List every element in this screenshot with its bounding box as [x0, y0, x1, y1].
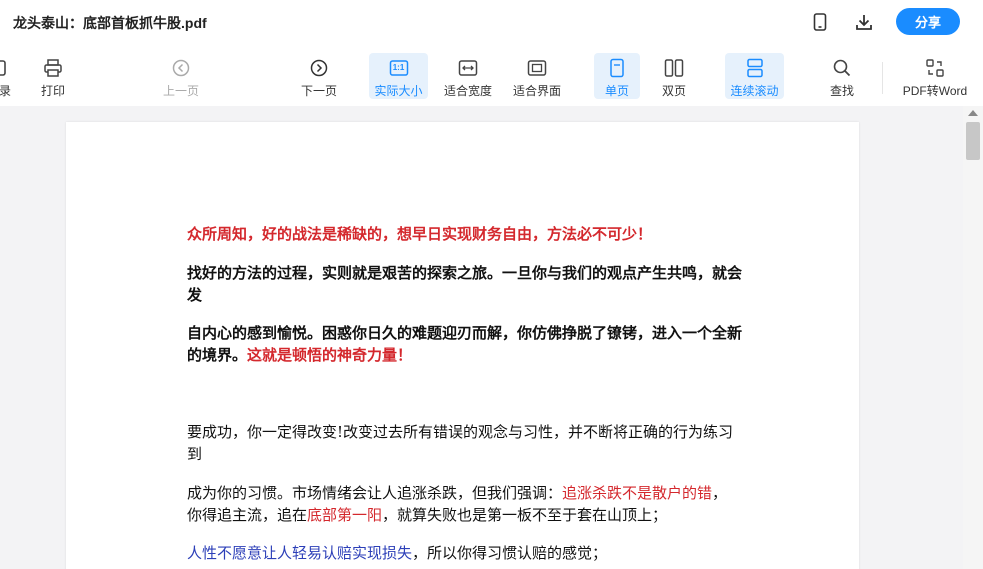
continuous-scroll-button[interactable]: 连续滚动: [725, 53, 784, 99]
find-label: 查找: [829, 84, 854, 98]
prev-arrow-icon: [171, 57, 191, 78]
paragraph-3: 自内心的感到愉悦。困惑你日久的难题迎刃而解，你仿佛挣脱了镣铐，进入一个全新的境界…: [187, 322, 742, 366]
print-button[interactable]: 打印: [36, 53, 70, 99]
fit-page-button[interactable]: 适合界面: [512, 53, 562, 99]
paragraph-1: 众所周知，好的战法是稀缺的，想早日实现财务自由，方法必不可少！: [187, 225, 653, 243]
search-icon: [832, 57, 852, 78]
continuous-scroll-label: 连续滚动: [730, 84, 779, 98]
download-icon[interactable]: [854, 12, 874, 32]
paragraph-6-highlight: 人性不愿意让人轻易认赔实现损失: [187, 544, 413, 562]
find-button[interactable]: 查找: [824, 53, 860, 99]
paragraph-2: 找好的方法的过程，实则就是艰苦的探索之旅。一旦你与我们的观点产生共鸣，就会发: [187, 264, 743, 304]
mobile-view-icon[interactable]: [810, 12, 830, 32]
fit-width-icon: [458, 57, 478, 78]
scroll-up-arrow-icon[interactable]: [968, 110, 978, 116]
prev-page-label: 上一页: [162, 84, 199, 98]
prev-page-button[interactable]: 上一页: [161, 53, 201, 99]
title-bar: 龙头泰山：底部首板抓牛股.pdf 分享: [0, 0, 983, 44]
document-viewer[interactable]: 众所周知，好的战法是稀缺的，想早日实现财务自由，方法必不可少！ 找好的方法的过程…: [0, 106, 963, 569]
catalog-button[interactable]: 录: [0, 53, 14, 99]
single-page-button[interactable]: 单页: [594, 53, 640, 99]
catalog-label: 录: [0, 84, 11, 98]
next-arrow-icon: [309, 57, 329, 78]
paragraph-6-text: ，所以你得习惯认赔的感觉；: [412, 544, 608, 562]
fit-page-label: 适合界面: [512, 84, 561, 98]
double-page-label: 双页: [661, 84, 686, 98]
catalog-icon: [0, 57, 9, 78]
paragraph-5-text-a: 成为你的习惯。市场情绪会让人追涨杀跌，但我们强调：: [187, 484, 563, 502]
single-page-icon: [609, 57, 625, 78]
actual-size-button[interactable]: 1:1 实际大小: [369, 53, 428, 99]
paragraph-5-highlight-b: 底部第一阳: [307, 506, 383, 524]
continuous-scroll-icon: [746, 57, 764, 78]
paragraph-5-text-c: ，就算失败也是第一板不至于套在山顶上；: [382, 506, 668, 524]
single-page-label: 单页: [604, 84, 629, 98]
share-button[interactable]: 分享: [896, 8, 960, 35]
double-page-icon: [664, 57, 684, 78]
toolbar: 录 打印 上一页 1 / 5 下一页 1:1 实际大小 适合宽度: [0, 44, 983, 134]
pdf-page: 众所周知，好的战法是稀缺的，想早日实现财务自由，方法必不可少！ 找好的方法的过程…: [66, 122, 859, 569]
paragraph-3-highlight: 这就是顿悟的神奇力量！: [247, 346, 413, 364]
toolbar-divider: [882, 62, 883, 94]
print-label: 打印: [40, 84, 65, 98]
convert-icon: [925, 57, 945, 78]
document-title: 龙头泰山：底部首板抓牛股.pdf: [13, 15, 207, 31]
next-page-label: 下一页: [300, 84, 337, 98]
actual-size-label: 实际大小: [374, 84, 423, 98]
pdf-to-word-label: PDF转Word: [902, 84, 968, 98]
paragraph-5-highlight-a: 追涨杀跌不是散户的错: [562, 484, 713, 502]
printer-icon: [43, 57, 63, 78]
paragraph-6: 人性不愿意让人轻易认赔实现损失，所以你得习惯认赔的感觉；: [187, 542, 742, 564]
paragraph-5: 成为你的习惯。市场情绪会让人追涨杀跌，但我们强调：追涨杀跌不是散户的错，你得追主…: [187, 482, 742, 526]
fit-width-button[interactable]: 适合宽度: [443, 53, 493, 99]
vertical-scrollbar[interactable]: [963, 106, 983, 569]
fit-page-icon: [527, 57, 547, 78]
double-page-button[interactable]: 双页: [654, 53, 694, 99]
actual-size-badge: 1:1: [392, 63, 405, 72]
scrollbar-thumb[interactable]: [966, 122, 980, 160]
pdf-to-word-button[interactable]: PDF转Word: [902, 53, 968, 99]
paragraph-4: 要成功，你一定得改变!改变过去所有错误的观念与习性，并不断将正确的行为练习到: [187, 423, 734, 463]
actual-size-icon: 1:1: [389, 57, 409, 78]
next-page-button[interactable]: 下一页: [299, 53, 339, 99]
fit-width-label: 适合宽度: [443, 84, 492, 98]
